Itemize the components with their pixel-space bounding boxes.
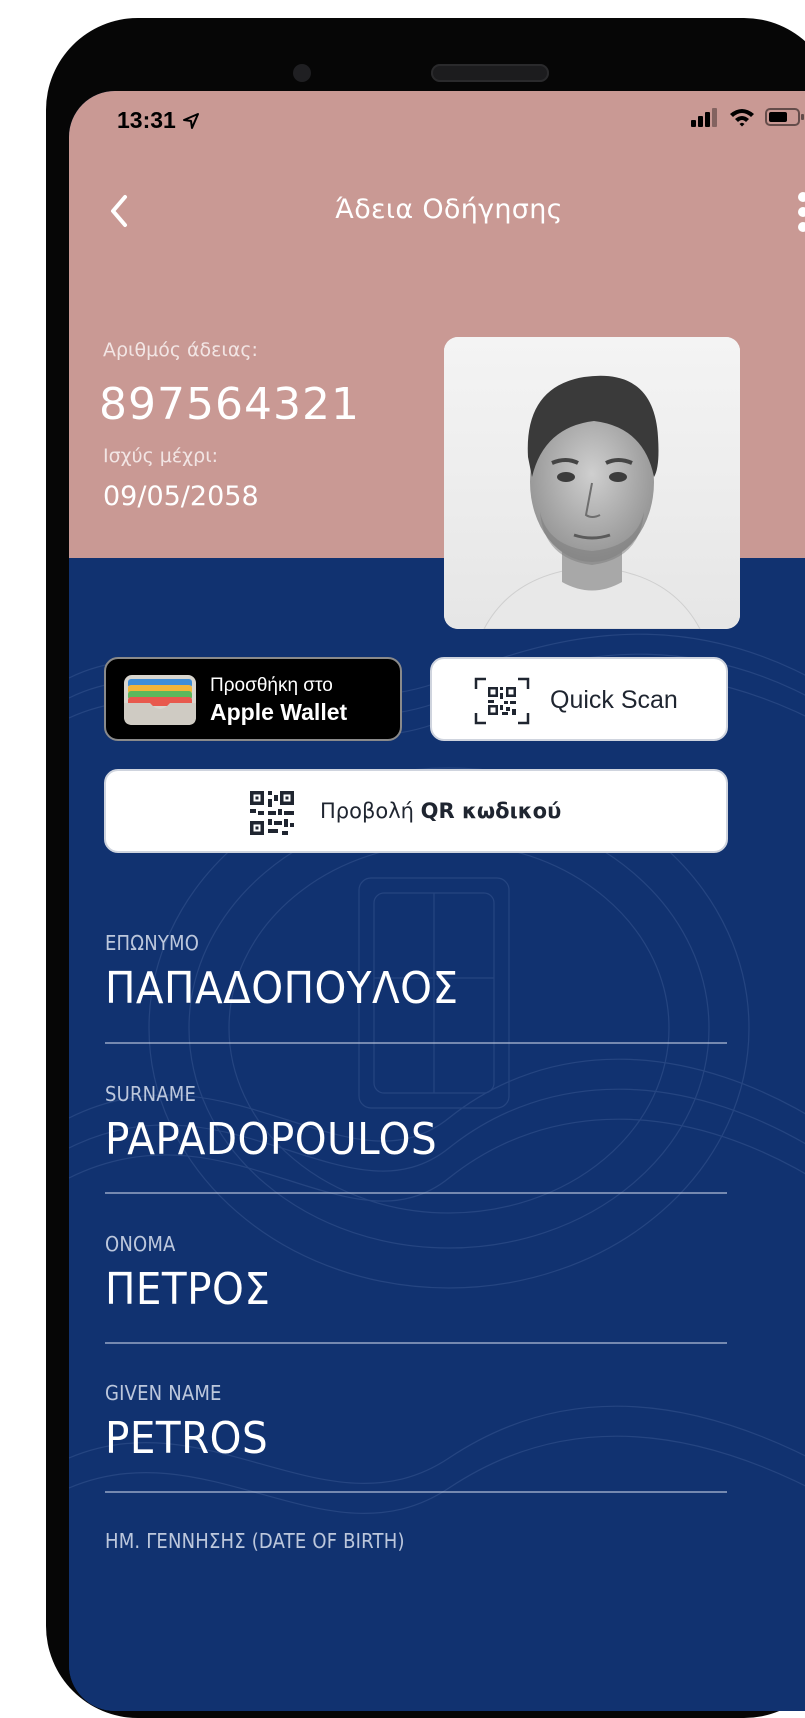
field-given-name-greek: ΟΝΟΜΑ ΠΕΤΡΟΣ: [105, 1232, 727, 1315]
show-qr-label: Προβολή QR κωδικού: [320, 799, 561, 823]
camera-icon: [293, 64, 311, 82]
field-value: ΠΑΠΑΔΟΠΟΥΛΟΣ: [105, 963, 459, 1014]
location-arrow-icon: [182, 112, 199, 129]
driver-photo: [444, 337, 740, 629]
field-label: ΕΠΩΝΥΜΟ: [105, 931, 200, 955]
quick-scan-label: Quick Scan: [550, 686, 678, 714]
status-time-text: 13:31: [117, 107, 176, 133]
show-qr-label-prefix: Προβολή: [320, 799, 421, 823]
field-label: ΟΝΟΜΑ: [105, 1232, 176, 1256]
divider: [105, 1491, 727, 1493]
show-qr-label-bold: QR κωδικού: [420, 799, 562, 823]
valid-until-date: 09/05/2058: [103, 481, 259, 512]
app-screen: 13:31 Άδεια Οδήγησης Αριθμός άδειας: 897…: [69, 91, 805, 1711]
status-time: 13:31: [117, 107, 200, 134]
field-given-name-latin: GIVEN NAME PETROS: [105, 1381, 727, 1464]
field-surname-latin: SURNAME PAPADOPOULOS: [105, 1082, 727, 1165]
field-date-of-birth: ΗΜ. ΓΕΝΝΗΣΗΣ (DATE OF BIRTH): [105, 1529, 727, 1553]
license-number: 897564321: [99, 379, 360, 430]
wallet-label-big: Apple Wallet: [210, 699, 348, 725]
field-label: GIVEN NAME: [105, 1381, 222, 1405]
wifi-icon: [730, 109, 754, 127]
field-value: PETROS: [105, 1413, 269, 1464]
wallet-label-small: Προσθήκη στο: [210, 675, 333, 696]
status-icons: [691, 107, 805, 127]
wallet-icon: [124, 675, 196, 725]
qr-code-icon: [250, 791, 294, 835]
field-value: PAPADOPOULOS: [105, 1114, 438, 1165]
page-title: Άδεια Οδήγησης: [335, 194, 563, 225]
field-label: SURNAME: [105, 1082, 197, 1106]
speaker-grille: [431, 64, 549, 82]
field-surname-greek: ΕΠΩΝΥΜΟ ΠΑΠΑΔΟΠΟΥΛΟΣ: [105, 931, 727, 1014]
divider: [105, 1192, 727, 1194]
more-options-button[interactable]: [791, 189, 805, 235]
field-label: ΗΜ. ΓΕΝΝΗΣΗΣ (DATE OF BIRTH): [105, 1529, 405, 1553]
show-qr-code-button[interactable]: Προβολή QR κωδικού: [104, 769, 728, 853]
divider: [105, 1342, 727, 1344]
battery-icon: [765, 108, 804, 126]
add-to-apple-wallet-button[interactable]: Προσθήκη στο Apple Wallet: [104, 657, 402, 741]
valid-until-label: Ισχύς μέχρι:: [103, 445, 219, 467]
license-number-label: Αριθμός άδειας:: [103, 339, 258, 361]
cellular-signal-icon: [691, 108, 717, 127]
field-value: ΠΕΤΡΟΣ: [105, 1264, 271, 1315]
divider: [105, 1042, 727, 1044]
more-vertical-icon: [798, 192, 805, 232]
qr-scan-icon: [474, 677, 530, 725]
quick-scan-button[interactable]: Quick Scan: [430, 657, 728, 741]
portrait-image: [444, 337, 740, 629]
